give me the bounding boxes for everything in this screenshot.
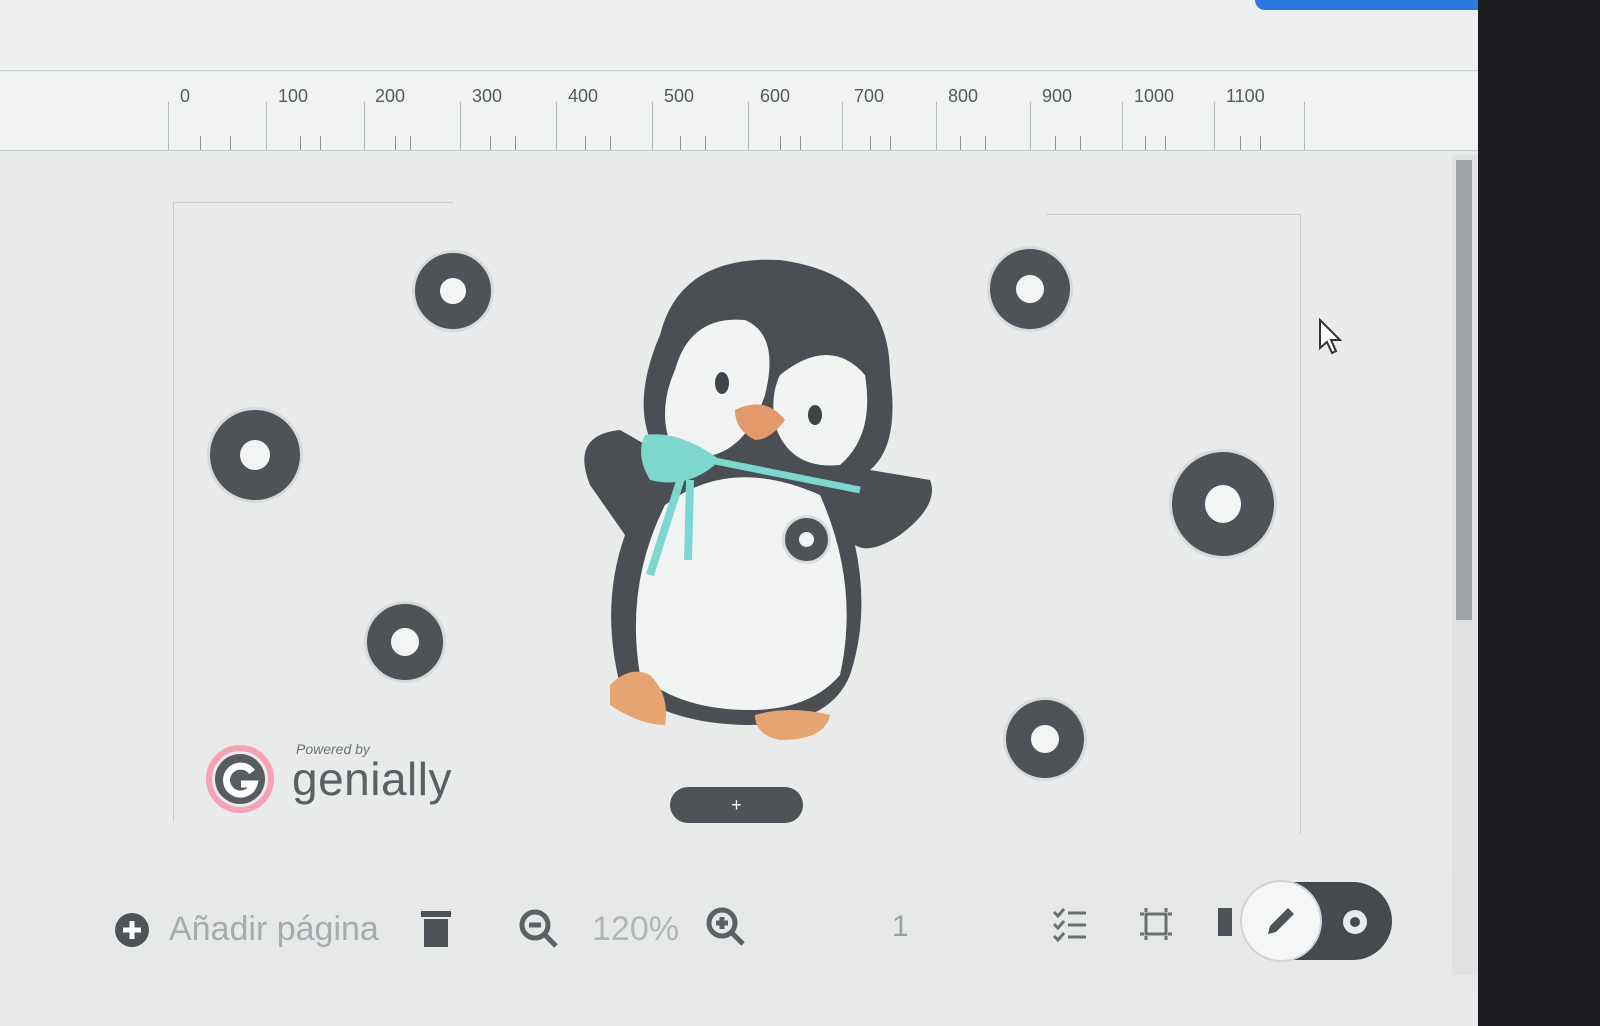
- brand-name: genially: [292, 753, 452, 805]
- genially-logo-icon: [206, 745, 274, 813]
- hotspot-marker[interactable]: [1006, 700, 1084, 778]
- ruler-label: 100: [278, 86, 309, 106]
- edit-preview-toggle[interactable]: [1242, 882, 1392, 960]
- preview-eye-icon: [1343, 910, 1367, 934]
- ruler-label: 0: [180, 86, 191, 106]
- canvas-guide: [173, 202, 174, 822]
- zoom-level: 120%: [592, 910, 679, 948]
- zoom-out-icon[interactable]: [518, 908, 560, 950]
- hotspot-marker[interactable]: [1172, 452, 1274, 556]
- penguin-image[interactable]: [570, 255, 940, 755]
- add-element-button[interactable]: +: [670, 787, 803, 823]
- primary-action-button[interactable]: [1255, 0, 1478, 10]
- hotspot-marker[interactable]: [210, 410, 300, 500]
- ruler-label: 400: [568, 86, 599, 106]
- page-number[interactable]: 1: [892, 910, 909, 944]
- ruler-label: 500: [664, 86, 695, 106]
- edit-pencil-icon: [1268, 908, 1294, 934]
- scrollbar-thumb[interactable]: [1456, 160, 1472, 620]
- frame-icon[interactable]: [1138, 906, 1174, 942]
- zoom-in-icon[interactable]: [705, 906, 747, 948]
- ruler-label: 1000: [1134, 86, 1175, 106]
- ruler-label: 700: [854, 86, 885, 106]
- ruler-label: 900: [1042, 86, 1073, 106]
- canvas-guide: [173, 202, 453, 203]
- ruler-label: 200: [375, 86, 406, 106]
- trash-icon[interactable]: [418, 908, 454, 948]
- panel-toggle-icon[interactable]: [1218, 908, 1232, 936]
- top-bar: [0, 0, 1478, 71]
- ruler-label: 600: [760, 86, 791, 106]
- app-screen: 0 100 200 300 400 500 600 700 800 900 10…: [0, 0, 1478, 1026]
- hotspot-marker[interactable]: [367, 604, 443, 680]
- ruler-label: 300: [472, 86, 503, 106]
- canvas-guide: [1046, 214, 1301, 215]
- ruler-label: 800: [948, 86, 979, 106]
- hotspot-marker[interactable]: [990, 249, 1070, 329]
- checklist-icon[interactable]: [1052, 906, 1088, 942]
- ruler-label: 1100: [1226, 86, 1265, 106]
- hotspot-marker[interactable]: [415, 253, 491, 329]
- add-circle-icon: [115, 912, 149, 947]
- canvas-guide: [1300, 214, 1301, 834]
- mouse-cursor-icon: [1319, 318, 1342, 355]
- hotspot-marker[interactable]: [785, 518, 828, 561]
- horizontal-ruler: 0 100 200 300 400 500 600 700 800 900 10…: [0, 72, 1478, 151]
- add-page-button[interactable]: Añadir página: [113, 910, 379, 949]
- add-page-label: Añadir página: [169, 910, 379, 948]
